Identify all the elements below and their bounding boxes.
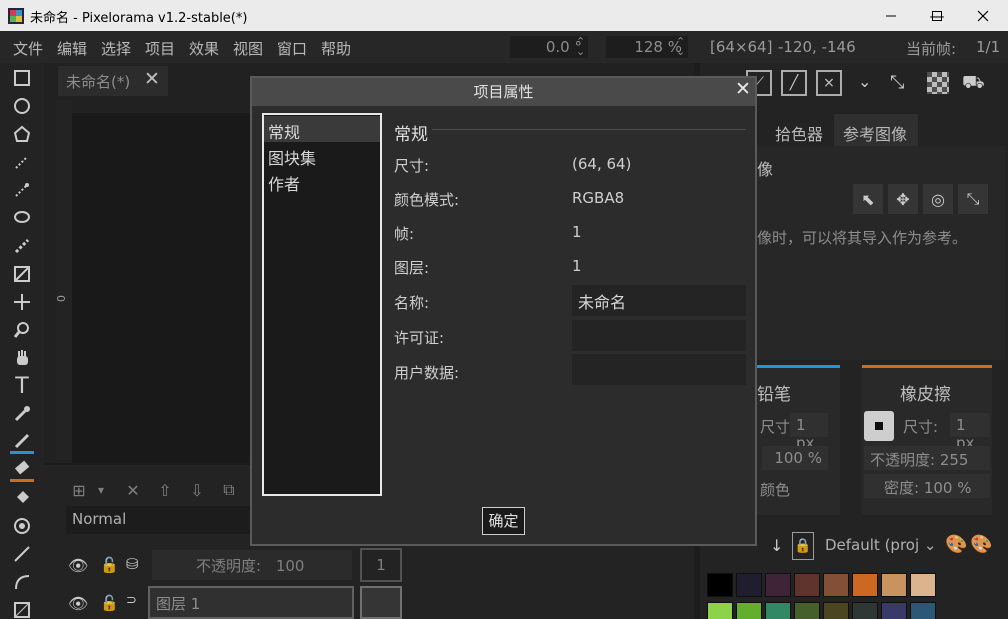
nav-item-general[interactable]: 常规 xyxy=(264,116,380,142)
name-label: 名称: xyxy=(394,294,430,312)
user-data-input[interactable] xyxy=(572,354,746,385)
nav-item-tilesets[interactable]: 图块集 xyxy=(264,142,380,168)
ok-button[interactable]: 确定 xyxy=(482,507,525,535)
layers-value: 1 xyxy=(572,257,582,275)
color-mode-value: RGBA8 xyxy=(572,189,625,207)
layers-label: 图层: xyxy=(394,259,430,277)
license-input[interactable] xyxy=(572,320,746,351)
section-divider xyxy=(432,129,746,130)
section-title: 常规 xyxy=(394,125,428,145)
size-value: (64, 64) xyxy=(572,155,632,173)
size-label: 尺寸: xyxy=(394,157,430,175)
user-data-label: 用户数据: xyxy=(394,364,460,382)
name-input[interactable] xyxy=(572,285,746,316)
license-label: 许可证: xyxy=(394,329,445,347)
dialog-close-icon[interactable]: ✕ xyxy=(732,78,754,100)
nav-item-author[interactable]: 作者 xyxy=(264,168,380,194)
dialog-title: 项目属性 xyxy=(252,78,755,106)
color-mode-label: 颜色模式: xyxy=(394,191,460,209)
frames-label: 帧: xyxy=(394,225,415,243)
frames-value: 1 xyxy=(572,223,582,241)
